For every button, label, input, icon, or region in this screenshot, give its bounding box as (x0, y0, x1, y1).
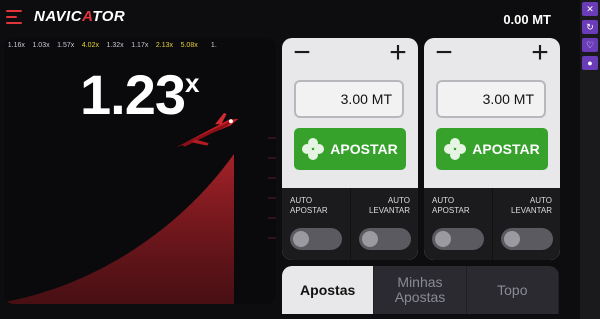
circle-icon[interactable]: ● (582, 56, 598, 70)
auto-controls: AUTO APOSTAR AUTO LEVANTAR (424, 188, 560, 260)
tab-minhas-apostas[interactable]: Minhas Apostas (374, 266, 467, 314)
clover-icon (302, 138, 325, 160)
menu-icon[interactable] (6, 10, 22, 28)
heart-icon[interactable]: ♡ (582, 38, 598, 52)
game-canvas: 1.16x 1.03x 1.57x 4.02x 1.32x 1.17x 2.13x 5.08x… (4, 38, 276, 304)
increase-amount-button[interactable]: + (526, 38, 554, 68)
auto-bet-toggle[interactable] (432, 228, 484, 250)
side-toolbar: ✕ ↻ ♡ ● (580, 0, 600, 319)
bet-panel-2: − + 3.00 MT APOSTAR AUTO APOSTAR AUTO LEVA… (424, 38, 560, 260)
bet-amount-input[interactable]: 3.00 MT (436, 80, 546, 118)
place-bet-label: APOSTAR (472, 141, 540, 157)
bet-panel-1: − + 3.00 MT APOSTAR AUTO APOSTAR AUTO LEVA… (282, 38, 418, 260)
tab-topo[interactable]: Topo (467, 266, 559, 314)
auto-cashout-toggle[interactable] (500, 228, 553, 250)
auto-bet-toggle[interactable] (290, 228, 342, 250)
bet-amount-input[interactable]: 3.00 MT (294, 80, 404, 118)
auto-bet-label: AUTO APOSTAR (290, 196, 328, 215)
amount-stepper: − + (282, 38, 418, 72)
auto-cashout-toggle[interactable] (358, 228, 411, 250)
close-icon[interactable]: ✕ (582, 2, 598, 16)
decrease-amount-button[interactable]: − (430, 38, 458, 68)
tab-apostas[interactable]: Apostas (282, 266, 375, 314)
auto-cashout-control: AUTO LEVANTAR (493, 188, 561, 260)
current-multiplier: 1.23x (80, 63, 200, 126)
app-root: NAVICATOR 0.00 MT ✕ ↻ ♡ ● 1.16x 1.03x 1.57… (0, 0, 600, 319)
logo: NAVICATOR (34, 8, 126, 25)
auto-bet-control: AUTO APOSTAR (424, 188, 493, 260)
flight-area (4, 154, 234, 304)
clover-icon (444, 138, 467, 160)
auto-bet-label: AUTO APOSTAR (432, 196, 470, 215)
header: NAVICATOR 0.00 MT (0, 0, 565, 36)
refresh-icon[interactable]: ↻ (582, 20, 598, 34)
decrease-amount-button[interactable]: − (288, 38, 316, 68)
balance-display: 0.00 MT (503, 12, 551, 27)
place-bet-label: APOSTAR (330, 141, 398, 157)
auto-cashout-label: AUTO LEVANTAR (368, 196, 410, 215)
auto-bet-control: AUTO APOSTAR (282, 188, 351, 260)
place-bet-button[interactable]: APOSTAR (436, 128, 548, 170)
amount-stepper: − + (424, 38, 560, 72)
increase-amount-button[interactable]: + (384, 38, 412, 68)
auto-controls: AUTO APOSTAR AUTO LEVANTAR (282, 188, 418, 260)
auto-cashout-control: AUTO LEVANTAR (351, 188, 419, 260)
bets-tabs: Apostas Minhas Apostas Topo (282, 266, 559, 314)
place-bet-button[interactable]: APOSTAR (294, 128, 406, 170)
auto-cashout-label: AUTO LEVANTAR (510, 196, 552, 215)
